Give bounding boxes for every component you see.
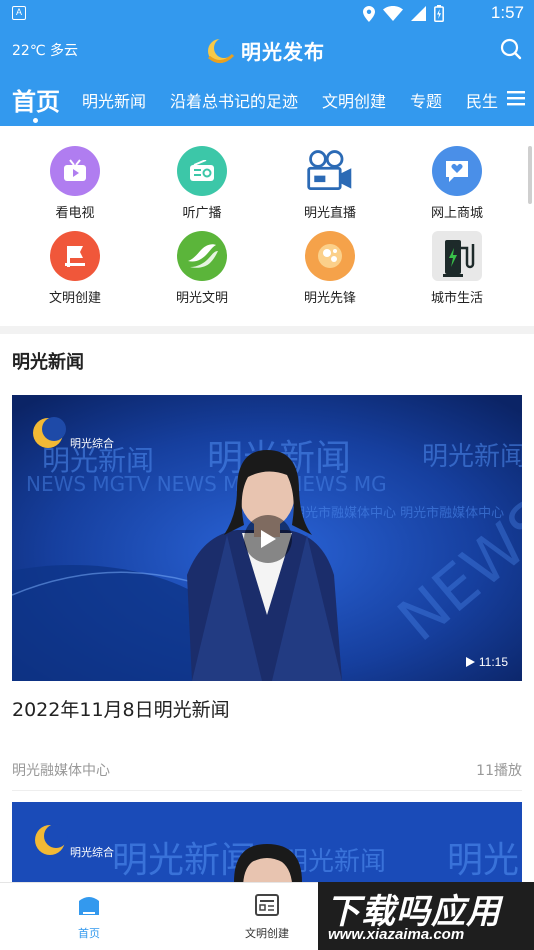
grid-label: 明光直播 (303, 206, 356, 221)
svg-text:NEWS MGTV NEWS MGTV NEWS: NEWS MGTV NEWS MGTV NEWS MG (26, 472, 387, 496)
app-header: 22℃ 多云 明光发布 首页 明光新闻 沿着总书记的足迹 文明创建 专题 民生 (0, 28, 534, 126)
grid-label: 文明创建 (48, 291, 101, 306)
news-icon (255, 894, 279, 916)
news-title[interactable]: 2022年11月8日明光新闻 (12, 695, 230, 722)
tab-footsteps[interactable]: 沿着总书记的足迹 (170, 88, 298, 112)
news-separator (12, 790, 522, 791)
section-divider (0, 326, 534, 334)
site-watermark: 下载吗应用 www.xiazaima.com (318, 882, 534, 950)
grid-label: 明光先锋 (303, 291, 356, 306)
camera-icon (305, 146, 355, 196)
active-tab-indicator (33, 118, 38, 123)
clock: 1:57 (490, 3, 524, 22)
grid-item-civilization[interactable]: 文明创建 (25, 231, 125, 306)
weather-info[interactable]: 22℃ 多云 (12, 40, 78, 60)
channel-menu-button[interactable] (506, 88, 526, 108)
play-icon (261, 530, 276, 548)
quick-access-grid: 看电视 听广播 明光直播 网上商城 文明创建 明光文明 明光先锋 城市生活 (0, 126, 534, 326)
battery-icon (434, 5, 444, 22)
flag-icon (50, 231, 100, 281)
play-small-icon (465, 657, 475, 667)
app-title: 明光发布 (241, 40, 325, 64)
tab-home[interactable]: 首页 (12, 82, 60, 117)
nav-civilization[interactable]: 文明创建 (227, 893, 307, 941)
video-duration: 11:15 (465, 655, 508, 669)
shop-icon (432, 146, 482, 196)
home-icon (79, 897, 99, 915)
radio-icon (177, 146, 227, 196)
grid-item-shop[interactable]: 网上商城 (407, 146, 507, 221)
duration-text: 11:15 (478, 655, 508, 669)
channel-tabs: 首页 明光新闻 沿着总书记的足迹 文明创建 专题 民生 (0, 80, 534, 123)
channel-name: 明光综合 (70, 437, 114, 450)
tab-civilization[interactable]: 文明创建 (322, 88, 386, 112)
location-icon (363, 5, 375, 22)
watermark-url: www.xiazaima.com (328, 926, 465, 943)
hands-icon (177, 231, 227, 281)
grid-item-radio[interactable]: 听广播 (152, 146, 252, 221)
grid-item-live[interactable]: 明光直播 (280, 146, 380, 221)
menu-icon (507, 91, 525, 106)
status-bar: A 1:57 (0, 0, 534, 28)
video-thumbnail[interactable]: 明光新闻 明光新闻 明光新闻 NEWS MGTV NEWS MGTV NEWS … (12, 395, 522, 681)
pioneer-icon (305, 231, 355, 281)
search-icon (500, 38, 522, 60)
grid-label: 网上商城 (430, 206, 483, 221)
tab-livelihood[interactable]: 民生 (466, 88, 498, 112)
grid-item-tv[interactable]: 看电视 (25, 146, 125, 221)
status-icons (363, 5, 444, 22)
tab-mingguang-news[interactable]: 明光新闻 (82, 88, 146, 112)
scrollbar[interactable] (528, 146, 532, 204)
section-title: 明光新闻 (12, 352, 84, 373)
svg-text:明光: 明光 (447, 840, 519, 881)
grid-label: 看电视 (55, 206, 95, 221)
grid-item-pioneer[interactable]: 明光先锋 (280, 231, 380, 306)
grid-label: 明光文明 (175, 291, 228, 306)
svg-text:明光市融媒体中心 明光市融媒体中心: 明光市融媒体中心 明光市融媒体中心 (292, 505, 504, 521)
grid-label: 听广播 (182, 206, 222, 221)
tv-icon (50, 146, 100, 196)
charging-icon (432, 231, 482, 281)
grid-item-city-life[interactable]: 城市生活 (407, 231, 507, 306)
grid-item-mingguang-civilization[interactable]: 明光文明 (152, 231, 252, 306)
nav-label: 文明创建 (245, 927, 289, 940)
app-logo-icon (205, 37, 237, 65)
nav-home[interactable]: 首页 (49, 893, 129, 941)
news-source: 明光融媒体中心 (12, 763, 110, 779)
svg-text:明光新闻: 明光新闻 (422, 442, 522, 472)
brand: 明光发布 (205, 36, 325, 65)
tab-special[interactable]: 专题 (410, 88, 442, 112)
notification-icon: A (12, 6, 26, 20)
search-button[interactable] (500, 38, 522, 60)
signal-icon (411, 6, 426, 21)
play-button[interactable] (244, 515, 292, 563)
grid-label: 城市生活 (430, 291, 483, 306)
channel-name: 明光综合 (70, 846, 114, 859)
nav-label: 首页 (78, 927, 100, 940)
wifi-icon (383, 6, 403, 21)
news-play-count: 11播放 (476, 763, 522, 779)
